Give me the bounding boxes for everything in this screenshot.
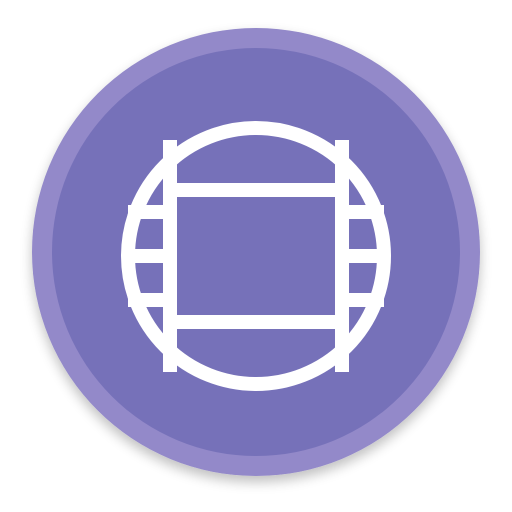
app-icon[interactable] — [0, 0, 512, 512]
icon-inner-disc — [52, 48, 460, 456]
app-icon-graphic — [32, 28, 480, 476]
